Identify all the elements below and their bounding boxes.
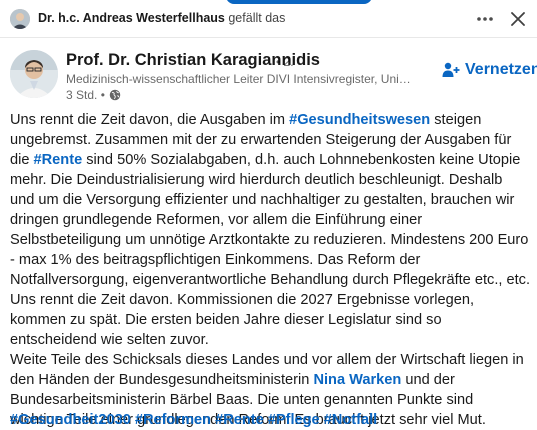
post-text: Uns rennt die Zeit davon, die Ausgaben i…	[10, 110, 530, 430]
close-icon	[511, 12, 525, 26]
author-headline: Medizinisch-wissenschaftlicher Leiter DI…	[66, 72, 412, 86]
activity-actor[interactable]: Dr. h.c. Andreas Westerfellhaus	[38, 11, 225, 25]
activity-text: Dr. h.c. Andreas Westerfellhaus gefällt …	[38, 11, 285, 25]
more-options-button[interactable]	[472, 6, 498, 32]
mention-link[interactable]: Nina Warken	[313, 372, 401, 388]
post-author: Prof. Dr. Christian Karagiannidis • 2. M…	[10, 50, 537, 108]
post-time: 3 Std. •	[66, 88, 121, 102]
hashtag-list: #Gesundheit2030 #Reformen #Rente #Pflege #No…	[10, 410, 381, 430]
hashtag-link[interactable]: #Pflege	[268, 412, 320, 428]
actor-avatar[interactable]	[10, 9, 30, 29]
hashtag-link[interactable]: #Gesundheit2030	[10, 412, 131, 428]
globe-icon	[109, 89, 121, 101]
activity-action: gefällt das	[228, 11, 286, 25]
hashtag-link[interactable]: #Rente	[34, 152, 83, 168]
connect-button[interactable]: Vernetzen	[442, 59, 537, 81]
activity-header: Dr. h.c. Andreas Westerfellhaus gefällt …	[0, 0, 537, 38]
hashtag-link[interactable]: #Notfall	[324, 412, 378, 428]
ellipsis-icon	[477, 17, 493, 21]
connection-degree: • 2.	[276, 55, 294, 69]
hashtag-link[interactable]: #Rente	[215, 412, 264, 428]
hashtag-link[interactable]: #Reformen	[135, 412, 211, 428]
author-avatar[interactable]	[10, 50, 58, 98]
post-text-segment: sind 50% Sozialabgaben, d.h. auch Lohnne…	[10, 152, 531, 388]
close-button[interactable]	[505, 6, 531, 32]
add-person-icon	[442, 62, 460, 77]
post-text-segment: Uns rennt die Zeit davon, die Ausgaben i…	[10, 112, 290, 128]
hashtag-link[interactable]: #Gesundheitswesen	[289, 112, 430, 128]
connect-label: Vernetzen	[465, 61, 537, 78]
post-time-text: 3 Std. •	[66, 88, 105, 102]
